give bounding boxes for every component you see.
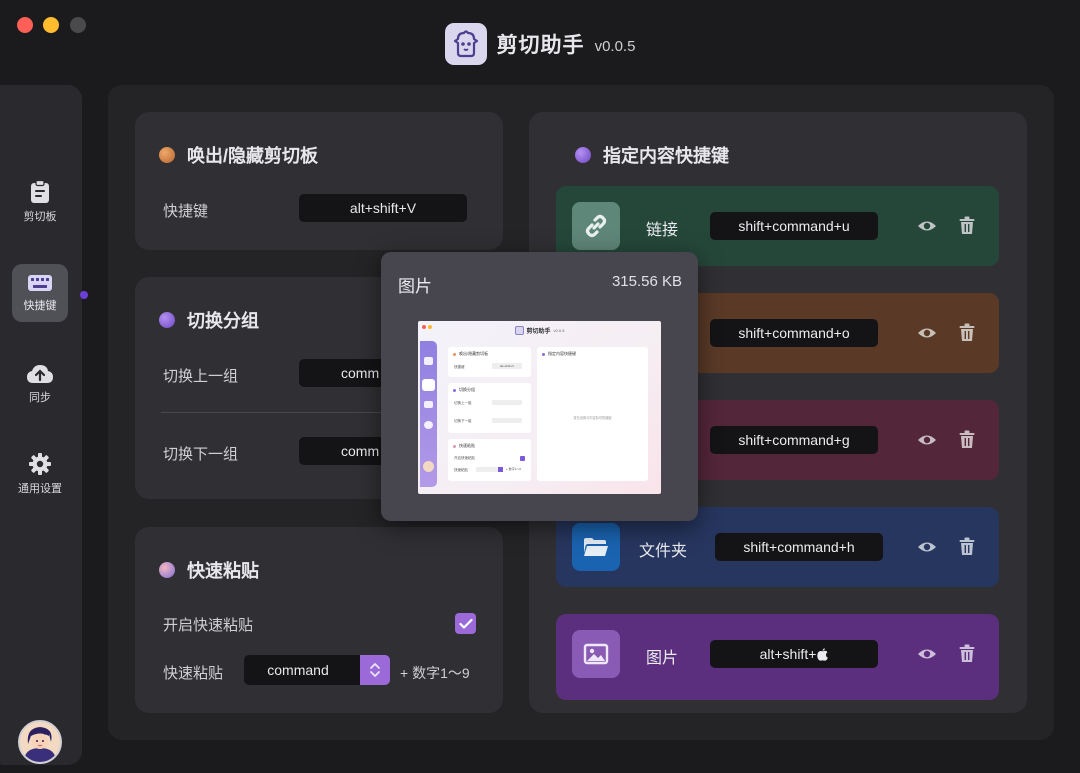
row-3-shortcut-input[interactable]: shift+command+g	[710, 426, 878, 454]
sidebar-item-label: 通用设置	[18, 483, 62, 495]
toggle-shortcut-input[interactable]: alt+shift+V	[299, 194, 467, 222]
checkmark-icon	[458, 618, 473, 629]
preview-thumbnail: 剪切助手 v0.0.5 唤出/隐藏剪切板 快捷键 alt+shift+V 切换分…	[418, 321, 661, 494]
shortcut-row-name: 图片	[646, 650, 679, 667]
app-window: 剪切助手 v0.0.5 剪切板 快捷键 同步 通用设置 唤出/隐藏剪切板 快捷键…	[0, 0, 1080, 773]
link-shortcut-input[interactable]: shift+command+u	[710, 212, 878, 240]
modifier-select-stepper[interactable]	[360, 655, 390, 685]
card-title: 切换分组	[159, 307, 259, 333]
sidebar-item-sync[interactable]: 同步	[12, 355, 68, 413]
card-title: 指定内容快捷键	[575, 142, 729, 168]
sidebar-item-settings[interactable]: 通用设置	[12, 445, 68, 503]
eye-icon[interactable]	[917, 217, 937, 235]
shortcut-row-name: 链接	[646, 222, 679, 239]
app-logo-icon	[444, 23, 487, 65]
sidebar: 剪切板 快捷键 同步 通用设置	[0, 85, 82, 765]
card-dot-icon	[159, 562, 175, 578]
eye-icon[interactable]	[917, 538, 937, 556]
chevron-updown-icon	[370, 663, 380, 677]
preview-app-name: 剪切助手	[526, 329, 551, 335]
sidebar-item-label: 剪切板	[23, 211, 57, 223]
next-group-label: 切换下一组	[163, 446, 239, 463]
sidebar-item-shortcuts[interactable]: 快捷键	[12, 264, 68, 322]
row-2-shortcut-input[interactable]: shift+command+o	[710, 319, 878, 347]
link-icon	[572, 202, 620, 250]
prev-group-label: 切换上一组	[163, 368, 239, 385]
enable-quick-paste-checkbox[interactable]	[455, 613, 476, 634]
trash-icon[interactable]	[959, 537, 975, 556]
preview-app-version: v0.0.5	[553, 328, 565, 333]
quick-paste-label: 快速粘贴	[163, 665, 224, 682]
image-icon	[572, 630, 620, 678]
keyboard-icon	[28, 275, 52, 291]
trash-icon[interactable]	[959, 323, 975, 342]
apple-icon	[817, 647, 829, 661]
quick-paste-modifier-select[interactable]: command	[244, 655, 362, 685]
card-title: 唤出/隐藏剪切板	[159, 142, 318, 168]
image-preview-popup: 图片 315.56 KB 剪切助手 v0.0.5 唤出/隐藏剪切板 快捷键 al…	[381, 252, 698, 521]
quick-paste-card: 快速粘贴 开启快速粘贴 快速粘贴 command + 数字1～9	[135, 527, 503, 713]
shortcut-row-image: 图片 alt+shift+	[556, 614, 999, 700]
shortcut-row-name: 文件夹	[639, 543, 688, 560]
enable-quick-paste-label: 开启快速粘贴	[163, 617, 254, 634]
sidebar-item-clipboard[interactable]: 剪切板	[12, 173, 68, 231]
active-indicator	[80, 291, 88, 299]
folder-shortcut-input[interactable]: shift+command+h	[715, 533, 883, 561]
card-title: 快速粘贴	[159, 557, 259, 583]
card-dot-icon	[159, 147, 175, 163]
eye-icon[interactable]	[917, 324, 937, 342]
avatar[interactable]	[18, 720, 62, 764]
clipboard-icon	[31, 180, 49, 203]
trash-icon[interactable]	[959, 430, 975, 449]
quick-paste-suffix: + 数字1～9	[400, 665, 470, 681]
card-dot-icon	[159, 312, 175, 328]
toggle-clipboard-card: 唤出/隐藏剪切板 快捷键 alt+shift+V	[135, 112, 503, 250]
eye-icon[interactable]	[917, 431, 937, 449]
popup-file-size: 315.56 KB	[611, 273, 682, 290]
gear-icon	[29, 453, 51, 475]
eye-icon[interactable]	[917, 645, 937, 663]
title-bar: 剪切助手 v0.0.5	[0, 22, 1080, 66]
app-title: 剪切助手	[496, 34, 585, 57]
card-dot-icon	[575, 147, 591, 163]
app-version: v0.0.5	[594, 38, 636, 55]
shortcut-label: 快捷键	[163, 203, 209, 220]
popup-title: 图片	[398, 277, 432, 296]
sidebar-item-label: 同步	[29, 392, 51, 404]
cloud-upload-icon	[27, 365, 53, 383]
image-shortcut-input[interactable]: alt+shift+	[710, 640, 878, 668]
trash-icon[interactable]	[959, 644, 975, 663]
sidebar-item-label: 快捷键	[23, 300, 57, 312]
trash-icon[interactable]	[959, 216, 975, 235]
folder-icon	[572, 523, 620, 571]
